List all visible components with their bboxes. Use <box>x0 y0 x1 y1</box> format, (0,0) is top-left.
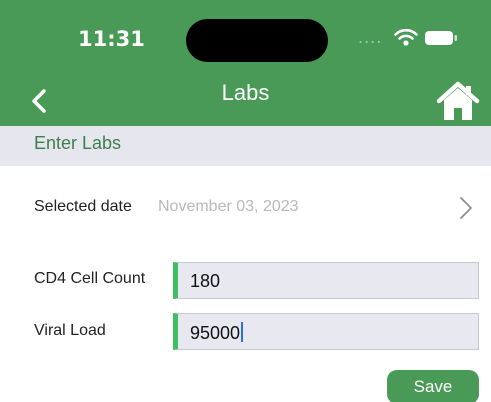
battery-icon <box>425 31 457 45</box>
status-bar: 11:31 .... <box>0 0 491 76</box>
viral-load-label: Viral Load <box>34 322 106 339</box>
section-header: Enter Labs <box>0 126 491 166</box>
save-button[interactable]: Save <box>387 370 479 402</box>
cellular-signal-icon: .... <box>358 28 383 47</box>
dynamic-island <box>186 19 328 62</box>
text-caret <box>241 322 244 342</box>
selected-date-label: Selected date <box>34 198 132 215</box>
viral-load-value-wrapper: 95000 <box>190 322 244 344</box>
cd4-cell-count-label: CD4 Cell Count <box>34 270 146 287</box>
selected-date-value: November 03, 2023 <box>158 198 299 215</box>
nav-bar: Labs <box>0 76 491 126</box>
home-icon[interactable] <box>436 80 480 122</box>
selected-date-row[interactable]: Selected date November 03, 2023 <box>0 186 491 230</box>
page-title: Labs <box>221 80 270 105</box>
viral-load-value: 95000 <box>190 323 241 343</box>
cd4-cell-count-value: 180 <box>190 271 221 291</box>
cd4-cell-count-input[interactable]: 180 <box>173 262 479 299</box>
wifi-icon <box>394 28 418 46</box>
status-time: 11:31 <box>78 27 145 51</box>
chevron-right-icon <box>460 197 472 219</box>
section-title: Enter Labs <box>34 133 122 153</box>
viral-load-input[interactable]: 95000 <box>173 313 479 350</box>
